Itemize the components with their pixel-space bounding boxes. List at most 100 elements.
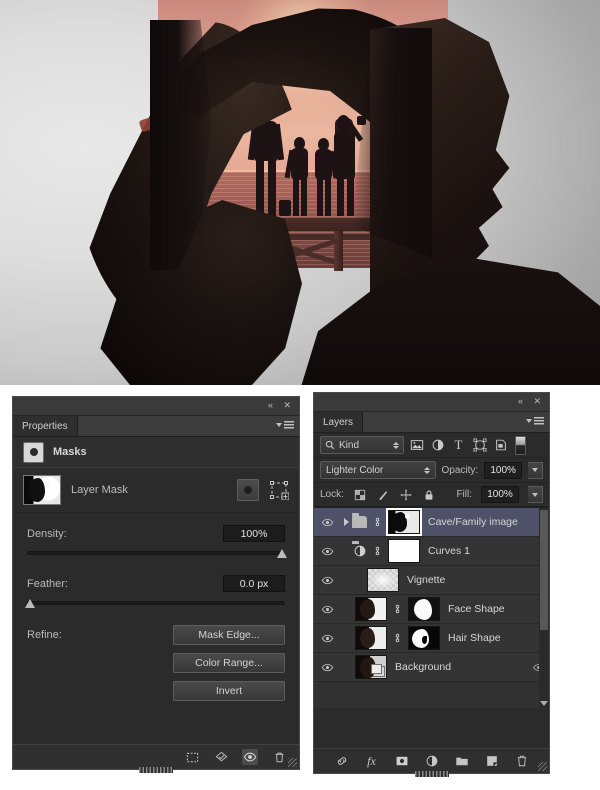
layers-tabstrip: Layers: [314, 412, 549, 433]
search-icon: [325, 440, 335, 450]
link-icon[interactable]: [371, 516, 384, 528]
layer-visibility-icon[interactable]: [314, 574, 340, 587]
layer-mask-thumbnail[interactable]: [386, 508, 422, 536]
new-group-icon[interactable]: [454, 753, 470, 769]
feather-knob[interactable]: [25, 599, 35, 608]
load-selection-icon[interactable]: [184, 749, 200, 765]
delete-mask-icon[interactable]: [271, 749, 287, 765]
fill-label: Fill:: [456, 489, 472, 500]
filter-shape-layers-icon[interactable]: [471, 437, 488, 454]
layer-thumbnail[interactable]: [355, 655, 387, 679]
new-layer-icon[interactable]: [484, 753, 500, 769]
layer-mask-thumbnail[interactable]: [23, 475, 61, 505]
layer-row-face-shape[interactable]: Face Shape: [314, 595, 549, 624]
filter-enable-toggle[interactable]: [515, 435, 526, 455]
layer-row-hair-shape[interactable]: Hair Shape: [314, 624, 549, 653]
layer-thumbnail[interactable]: [355, 597, 387, 621]
density-slider[interactable]: [27, 547, 287, 561]
lock-transparent-pixels-icon[interactable]: [353, 488, 367, 502]
panel-grabber[interactable]: [139, 767, 173, 773]
opacity-label: Opacity:: [441, 464, 479, 476]
properties-panel-menu-button[interactable]: [276, 421, 294, 429]
opacity-value[interactable]: 100%: [484, 461, 523, 479]
layer-row-cave-family-image[interactable]: Cave/Family image: [314, 508, 549, 537]
layer-visibility-icon[interactable]: [314, 632, 340, 645]
pixel-mask-button[interactable]: [237, 479, 259, 501]
layers-panel: « ✕ Layers Kind T Lighter Color Opacity:…: [313, 392, 550, 777]
link-icon[interactable]: [371, 545, 384, 557]
layer-mask-thumbnail[interactable]: [408, 626, 440, 650]
layer-mask-thumbnail[interactable]: [408, 597, 440, 621]
layers-panel-menu-button[interactable]: [526, 417, 544, 425]
lock-image-pixels-icon[interactable]: [376, 488, 390, 502]
new-adjustment-layer-icon[interactable]: [424, 753, 440, 769]
mask-edge-button[interactable]: Mask Edge...: [173, 625, 285, 645]
add-layer-mask-icon[interactable]: [394, 753, 410, 769]
toggle-mask-visibility-icon[interactable]: [242, 749, 258, 765]
tab-properties[interactable]: Properties: [13, 416, 78, 436]
lock-all-icon[interactable]: [422, 488, 436, 502]
feather-track: [27, 601, 285, 605]
delete-layer-icon[interactable]: [514, 753, 530, 769]
lock-position-icon[interactable]: [399, 488, 413, 502]
tab-layers[interactable]: Layers: [314, 412, 364, 432]
close-icon[interactable]: ✕: [533, 396, 541, 407]
color-range-button[interactable]: Color Range...: [173, 653, 285, 673]
resize-grip[interactable]: [288, 758, 297, 767]
feather-value[interactable]: 0.0 px: [223, 575, 285, 592]
feather-slider[interactable]: [25, 597, 285, 611]
opacity-dropdown-button[interactable]: [528, 461, 543, 479]
fill-dropdown-button[interactable]: [528, 486, 543, 503]
invert-button[interactable]: Invert: [173, 681, 285, 701]
resize-grip[interactable]: [538, 762, 547, 771]
lock-row: Lock: Fill: 100%: [314, 483, 549, 507]
layer-visibility-icon[interactable]: [314, 516, 340, 529]
vector-mask-button[interactable]: [269, 480, 290, 501]
layer-list-scrollbar[interactable]: [539, 508, 549, 708]
link-layers-icon[interactable]: [334, 753, 350, 769]
stepper-arrows-icon[interactable]: [393, 441, 399, 449]
link-icon[interactable]: [391, 603, 404, 615]
apply-mask-icon[interactable]: [213, 749, 229, 765]
layer-mask-row[interactable]: Layer Mask: [13, 468, 299, 513]
properties-panel: « ✕ Properties Masks Layer Mask Density:…: [12, 396, 300, 773]
collapse-icon[interactable]: «: [268, 400, 273, 411]
blend-mode-select[interactable]: Lighter Color: [320, 461, 436, 479]
scrollbar-thumb[interactable]: [540, 510, 548, 630]
panel-grabber[interactable]: [414, 771, 449, 777]
fill-value[interactable]: 100%: [481, 486, 519, 503]
density-value[interactable]: 100%: [223, 525, 285, 542]
layer-visibility-icon[interactable]: [314, 603, 340, 616]
properties-panel-footer: [13, 744, 299, 769]
refine-label: Refine:: [27, 629, 62, 641]
layer-style-fx-icon[interactable]: fx: [364, 753, 380, 769]
collapse-icon[interactable]: «: [518, 396, 523, 407]
stepper-arrows-icon[interactable]: [423, 466, 430, 474]
properties-panel-titlebar: « ✕: [13, 397, 299, 416]
filter-adjustment-layers-icon[interactable]: [429, 437, 446, 454]
layer-thumbnail[interactable]: [355, 626, 387, 650]
density-knob[interactable]: [277, 549, 287, 558]
layer-name: Face Shape: [448, 603, 505, 615]
layer-row-vignette[interactable]: Vignette: [314, 566, 549, 595]
layer-mask-thumbnail[interactable]: [388, 539, 420, 563]
folder-icon: [352, 513, 367, 528]
layer-thumbnail[interactable]: [367, 568, 399, 592]
filter-type-layers-icon[interactable]: T: [450, 437, 467, 454]
layer-visibility-icon[interactable]: [314, 661, 340, 674]
layer-row-background[interactable]: Background: [314, 653, 549, 682]
group-expand-arrow-icon[interactable]: [340, 518, 352, 526]
layer-visibility-icon[interactable]: [314, 545, 340, 558]
tabstrip-filler: [363, 412, 549, 432]
filter-smart-objects-icon[interactable]: [492, 437, 509, 454]
filter-kind-select[interactable]: Kind: [320, 436, 404, 454]
scroll-down-arrow-icon[interactable]: [540, 701, 548, 706]
link-icon[interactable]: [391, 632, 404, 644]
layer-row-curves-1[interactable]: Curves 1: [314, 537, 549, 566]
close-icon[interactable]: ✕: [283, 400, 291, 411]
adjustment-layer-icon: [352, 541, 367, 558]
lock-label: Lock:: [320, 489, 344, 500]
filter-pixel-layers-icon[interactable]: [408, 437, 425, 454]
layer-name: Cave/Family image: [428, 516, 518, 528]
panel-menu-icon: [284, 421, 294, 429]
